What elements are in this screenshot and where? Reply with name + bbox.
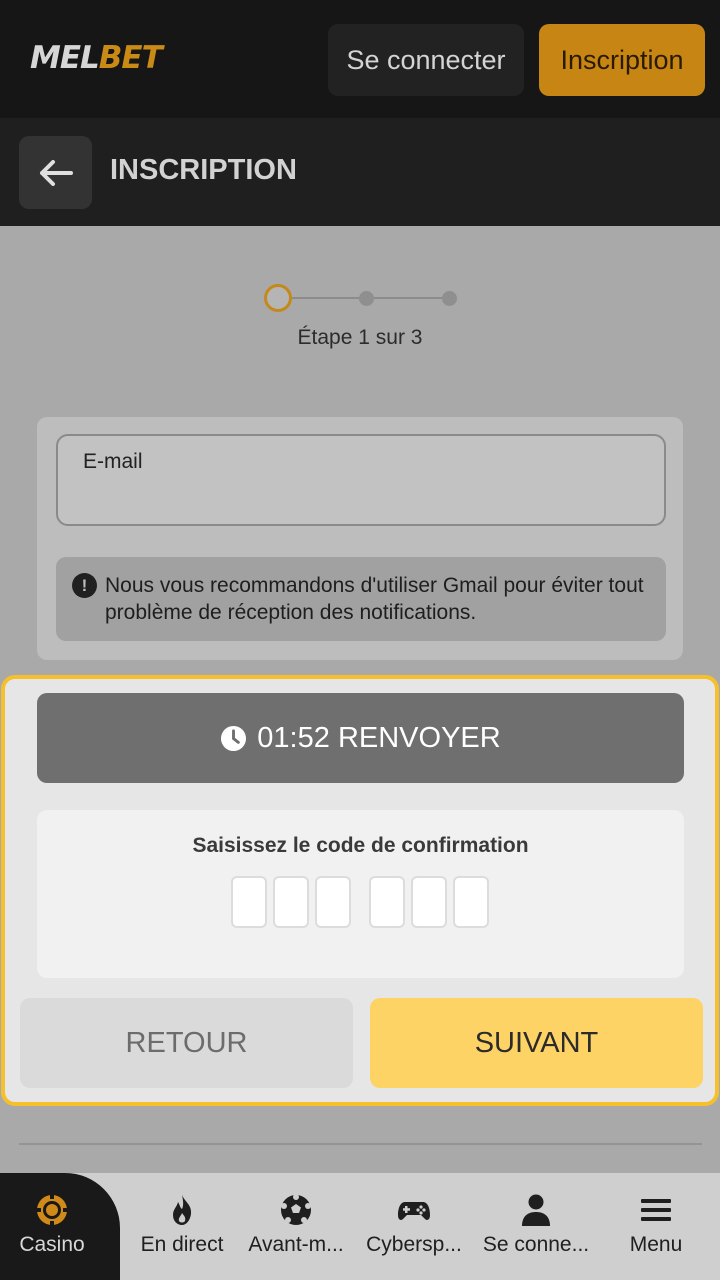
code-label: Saisissez le code de confirmation	[192, 834, 529, 857]
step-connector	[374, 297, 449, 299]
back-button[interactable]: RETOUR	[20, 998, 353, 1088]
notice-text: Nous vous recommandons d'utiliser Gmail …	[105, 574, 644, 624]
nav-label-live: En direct	[140, 1233, 224, 1256]
nav-item-cybersport[interactable]: Cybersp...	[355, 1173, 473, 1280]
nav-item-prematch[interactable]: Avant-m...	[237, 1173, 355, 1280]
nav-label-menu: Menu	[629, 1233, 683, 1256]
hamburger-menu-icon	[641, 1199, 671, 1221]
register-button[interactable]: Inscription	[539, 24, 705, 96]
code-digit-5[interactable]	[411, 876, 447, 928]
clock-icon	[221, 725, 247, 751]
bottom-navigation: Casino En direct Avant-m... Cybersp... S…	[0, 1173, 720, 1280]
nav-item-live[interactable]: En direct	[123, 1173, 241, 1280]
page-header: INSCRIPTION	[0, 118, 720, 226]
step-indicator	[264, 284, 458, 312]
user-icon	[522, 1194, 550, 1226]
exclamation-icon: !	[72, 573, 97, 598]
code-digit-2[interactable]	[273, 876, 309, 928]
step-label: Étape 1 sur 3	[297, 326, 423, 349]
nav-label-prematch: Avant-m...	[248, 1233, 344, 1256]
resend-timer: 01:52	[257, 721, 330, 754]
nav-item-login[interactable]: Se conne...	[477, 1173, 595, 1280]
code-digit-4[interactable]	[369, 876, 405, 928]
logo-part-bet: BET	[98, 40, 163, 76]
nav-label-casino: Casino	[19, 1233, 85, 1256]
code-digit-1[interactable]	[231, 876, 267, 928]
login-button[interactable]: Se connecter	[328, 24, 524, 96]
gamepad-icon	[398, 1202, 430, 1220]
code-digit-3[interactable]	[315, 876, 351, 928]
nav-item-menu[interactable]: Menu	[597, 1173, 715, 1280]
resend-label: RENVOYER	[337, 721, 501, 754]
next-button[interactable]: SUIVANT	[370, 998, 703, 1088]
melbet-logo[interactable]: MELBET	[30, 40, 163, 76]
step-3-dot	[442, 291, 457, 306]
code-digit-6[interactable]	[453, 876, 489, 928]
soccer-ball-icon	[281, 1194, 311, 1225]
arrow-left-icon	[39, 159, 73, 186]
email-field[interactable]: E-mail	[56, 434, 666, 526]
step-2-dot	[359, 291, 374, 306]
nav-item-casino[interactable]: Casino	[0, 1173, 111, 1280]
flame-icon	[173, 1195, 192, 1225]
nav-label-login: Se conne...	[482, 1233, 590, 1256]
casino-chip-icon	[36, 1194, 68, 1226]
email-label: E-mail	[83, 450, 143, 473]
back-arrow-button[interactable]	[19, 136, 92, 209]
page-title: INSCRIPTION	[110, 154, 297, 186]
email-card: E-mail ! Nous vous recommandons d'utilis…	[37, 417, 683, 660]
resend-code-button[interactable]: 01:52 RENVOYER	[37, 693, 684, 783]
confirmation-panel: 01:52 RENVOYER Saisissez le code de conf…	[1, 675, 719, 1106]
nav-label-cybersport: Cybersp...	[366, 1233, 462, 1256]
logo-part-mel: MEL	[30, 40, 100, 76]
gmail-notice: ! Nous vous recommandons d'utiliser Gmai…	[56, 557, 666, 641]
code-entry-box: Saisissez le code de confirmation	[37, 810, 684, 978]
step-connector	[292, 297, 366, 299]
step-1-active	[264, 284, 292, 312]
top-header: MELBET Se connecter Inscription	[0, 0, 720, 118]
divider	[19, 1143, 702, 1145]
